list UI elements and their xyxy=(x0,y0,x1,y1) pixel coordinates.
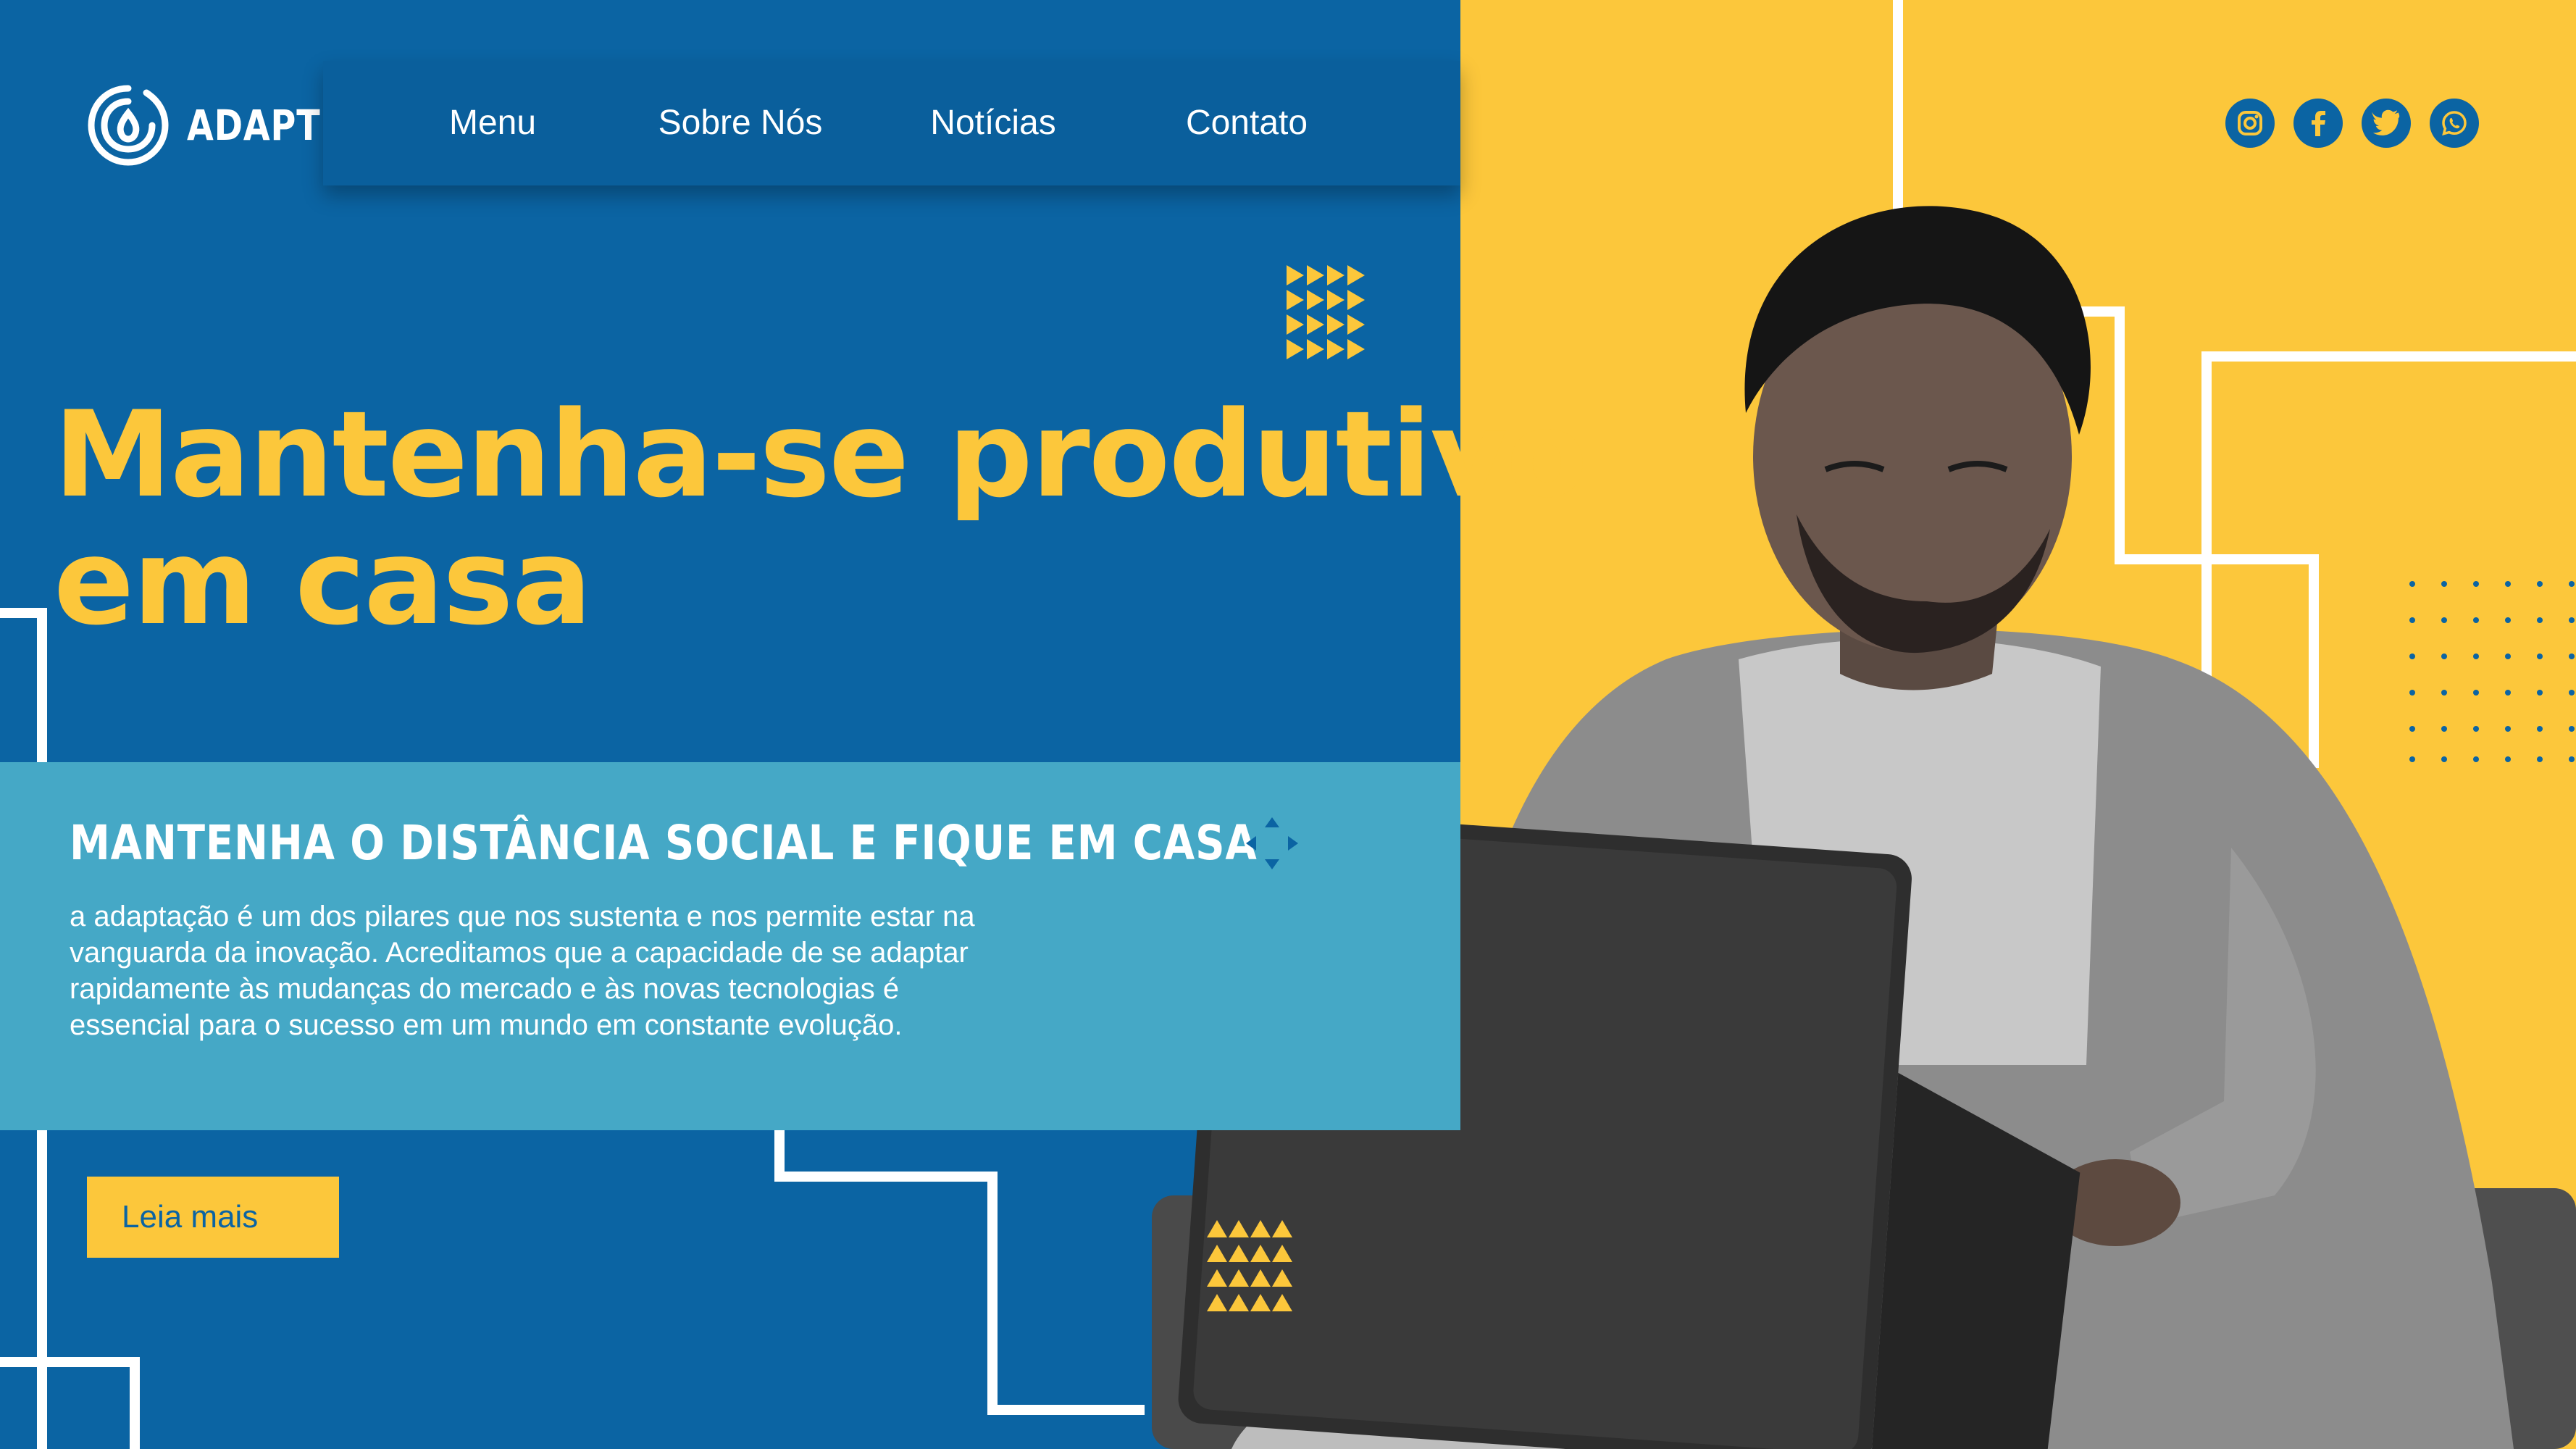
triangle-pattern-decoration-bottom xyxy=(1207,1220,1292,1311)
nav-item-noticias[interactable]: Notícias xyxy=(903,61,1084,185)
read-more-button[interactable]: Leia mais xyxy=(87,1177,339,1258)
hero-headline: Mantenha-se produtivo em casa xyxy=(54,385,1588,651)
instagram-icon[interactable] xyxy=(2225,99,2275,148)
brand-logo[interactable]: ADAPT xyxy=(85,82,350,169)
brand-name: ADAPT xyxy=(187,101,321,150)
whatsapp-icon[interactable] xyxy=(2430,99,2479,148)
hero-headline-line-2: em casa xyxy=(54,513,592,651)
social-links xyxy=(2225,99,2479,148)
nav-item-sobre-nos[interactable]: Sobre Nós xyxy=(632,61,849,185)
facebook-icon[interactable] xyxy=(2293,99,2343,148)
hero-headline-line-1: Mantenha-se produtivo xyxy=(54,385,1588,524)
info-description: a adaptação é um dos pilares que nos sus… xyxy=(70,901,975,1041)
nav-item-menu[interactable]: Menu xyxy=(429,61,556,185)
water-drop-logo-icon xyxy=(88,85,169,166)
twitter-icon[interactable] xyxy=(2362,99,2411,148)
info-title: MANTENHA O DISTÂNCIA SOCIAL E FIQUE EM C… xyxy=(70,815,1258,871)
nav-item-contato[interactable]: Contato xyxy=(1156,61,1337,185)
move-arrows-icon xyxy=(1246,817,1298,869)
top-navigation-bar: Menu Sobre Nós Notícias Contato xyxy=(323,61,1460,185)
